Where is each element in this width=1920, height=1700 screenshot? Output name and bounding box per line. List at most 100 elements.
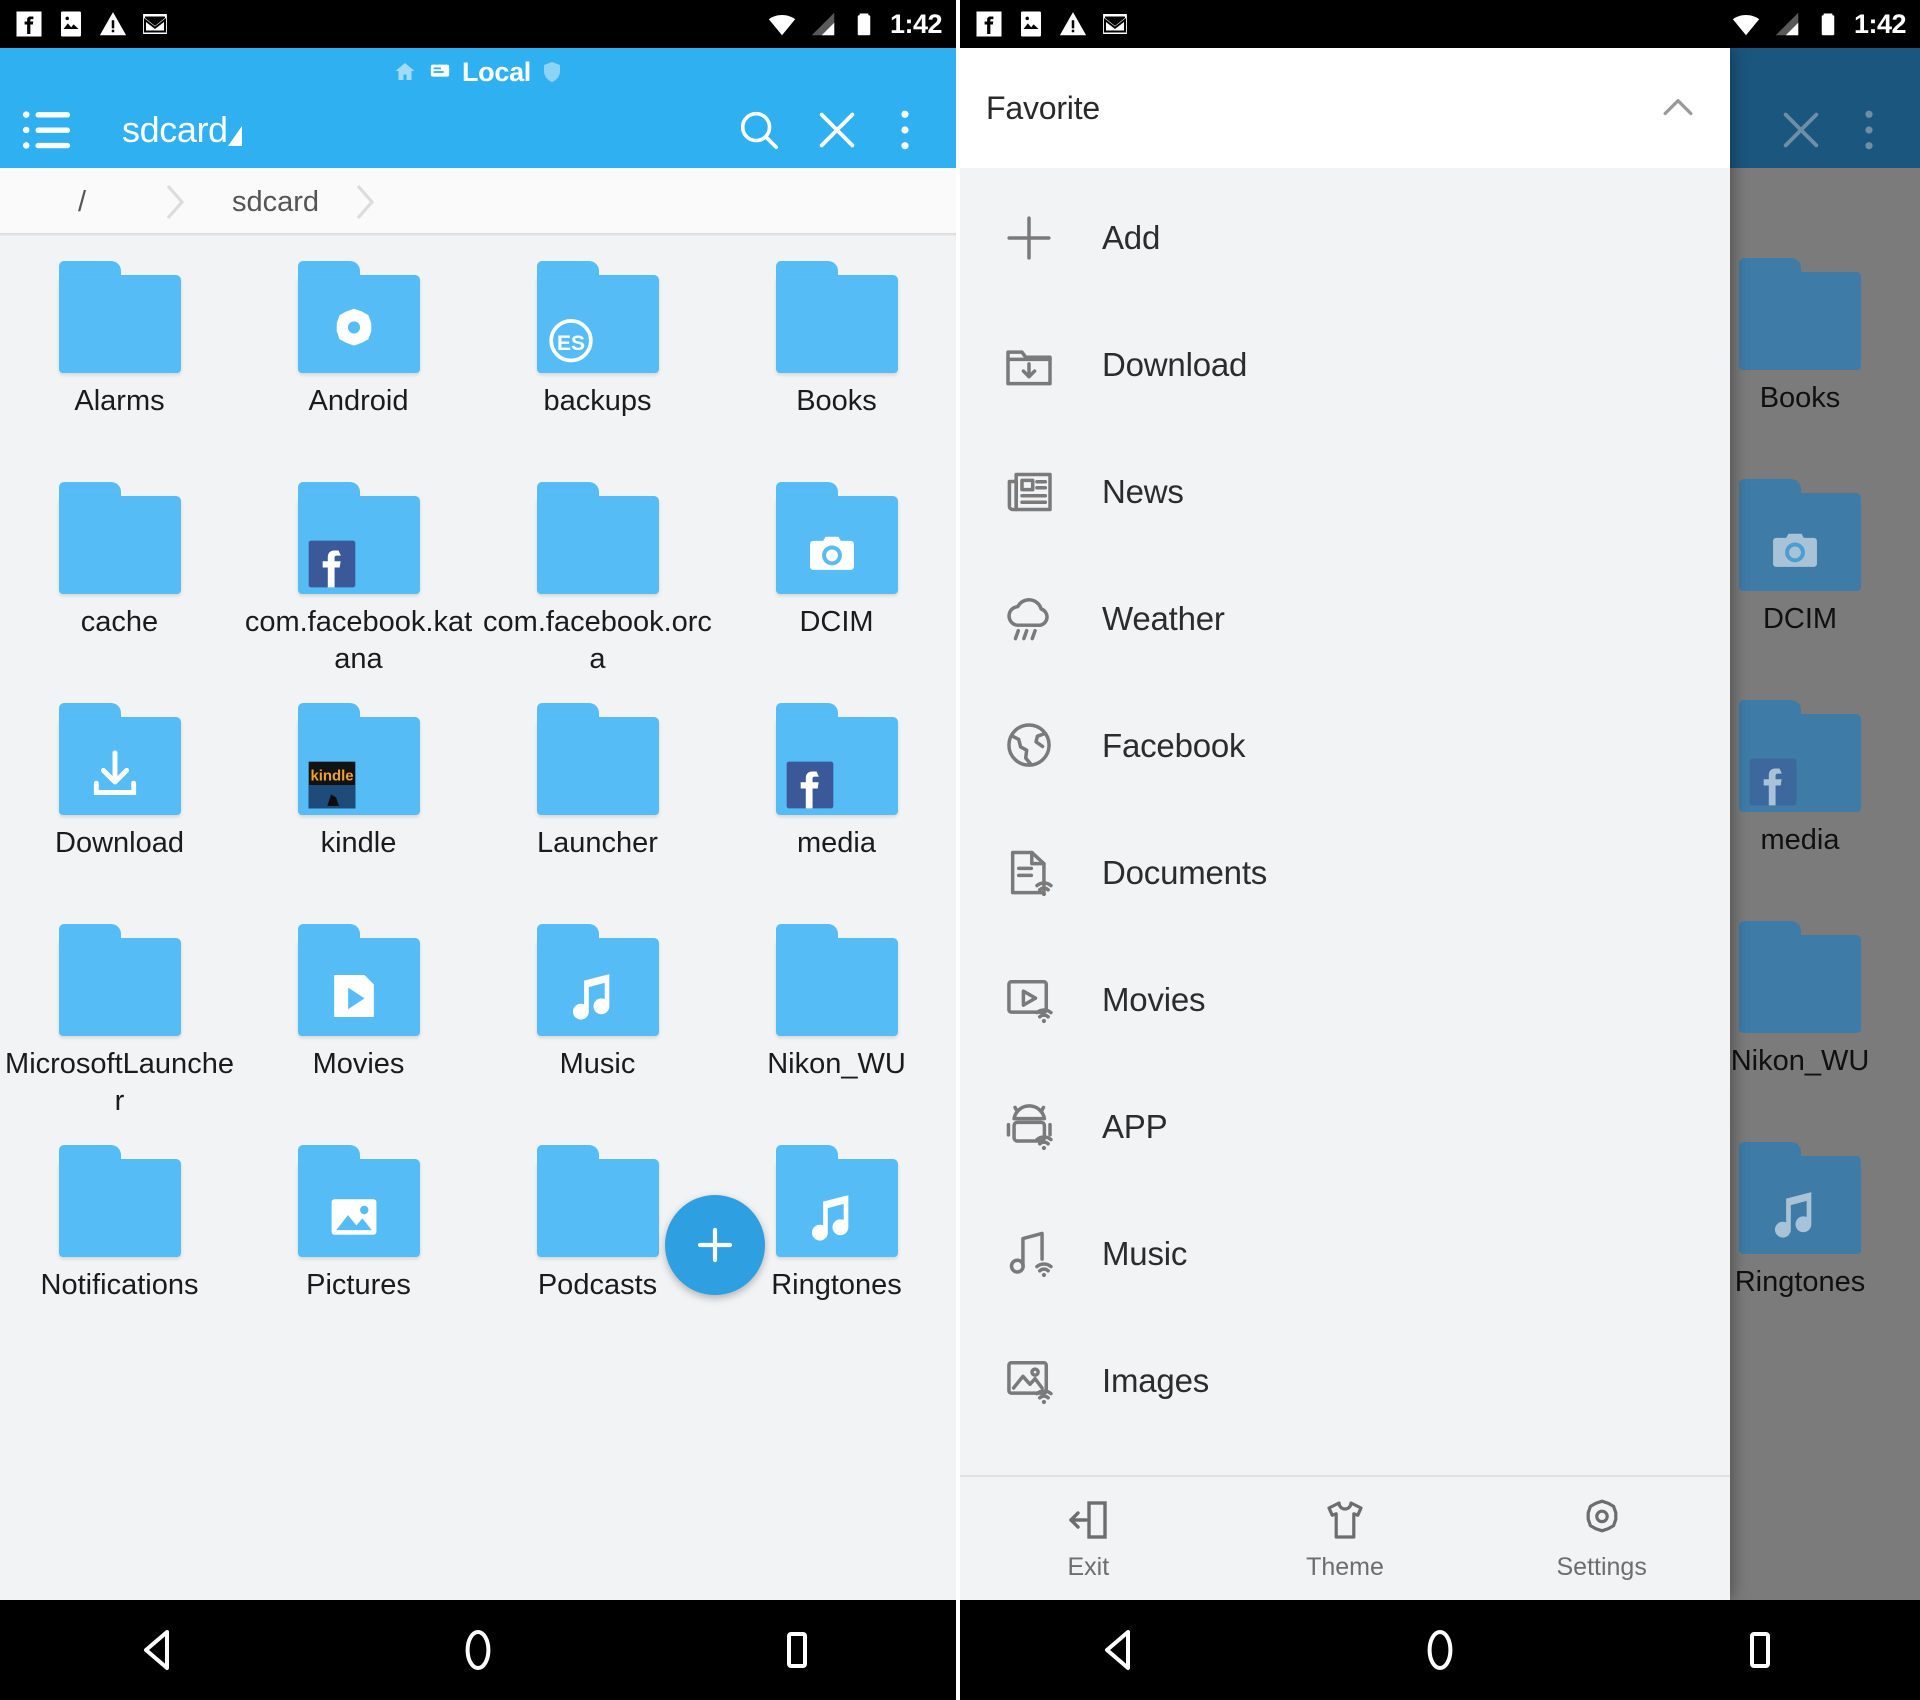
- back-triangle-icon[interactable]: [135, 1626, 183, 1674]
- drawer-header[interactable]: Favorite: [960, 48, 1730, 168]
- status-bar-notifications: [974, 9, 1130, 39]
- file-grid-row: Download kindle kindle Launcher media: [0, 681, 956, 902]
- drawer-item-music[interactable]: Music: [960, 1190, 1730, 1317]
- music-note-icon: [572, 974, 609, 1020]
- drawer-item-weather[interactable]: Weather: [960, 555, 1730, 682]
- more-vertical-icon[interactable]: [1852, 108, 1886, 152]
- breadcrumb-item-root[interactable]: /: [78, 168, 86, 236]
- file-item[interactable]: cache: [0, 460, 239, 681]
- drawer-item-documents[interactable]: Documents: [960, 809, 1730, 936]
- plus-icon: [1000, 209, 1058, 267]
- folder-body: [58, 938, 181, 1036]
- home-button[interactable]: [418, 1600, 538, 1700]
- right-phone-screen: 1:42 AlarmsAndroidESbackupsBookscachecom…: [960, 0, 1920, 1700]
- android-navigation-bar: [0, 1600, 956, 1700]
- file-item[interactable]: Launcher: [478, 681, 717, 902]
- drawer-item-movies[interactable]: Movies: [960, 936, 1730, 1063]
- file-item[interactable]: Music: [478, 902, 717, 1123]
- file-item[interactable]: Nikon_WU: [717, 902, 956, 1123]
- file-item[interactable]: Movies: [239, 902, 478, 1123]
- file-item[interactable]: kindle kindle: [239, 681, 478, 902]
- back-triangle-icon[interactable]: [1096, 1626, 1144, 1674]
- play-icon: [326, 968, 382, 1029]
- drawer-item-list: Add Download News Weather Facebook Documents M…: [960, 168, 1730, 1475]
- overflow-menu-button[interactable]: [1840, 92, 1898, 168]
- drawer-item-news[interactable]: News: [960, 428, 1730, 555]
- status-bar-system-icons: 1:42: [1731, 9, 1907, 40]
- file-item[interactable]: Android: [239, 239, 478, 460]
- left-phone-screen: 1:42 Local sdcard / sdcard Alarms Androi…: [0, 0, 960, 1700]
- home-circle-icon[interactable]: [1416, 1626, 1464, 1674]
- toolbar-main-row: sdcard: [0, 92, 956, 168]
- folder-body: [1739, 935, 1861, 1033]
- folder-icon: kindle: [297, 703, 420, 815]
- recents-square-icon[interactable]: [1736, 1626, 1784, 1674]
- download-arrow-icon: [87, 747, 143, 808]
- back-button[interactable]: [1060, 1600, 1180, 1700]
- file-item[interactable]: media: [717, 681, 956, 902]
- hamburger-list-icon[interactable]: [22, 108, 72, 152]
- folder-icon: [297, 261, 420, 373]
- rain-cloud-icon: [1000, 590, 1058, 648]
- drawer-item-label: Images: [1102, 1361, 1210, 1399]
- file-item[interactable]: ES backups: [478, 239, 717, 460]
- image-icon: [326, 1189, 382, 1250]
- more-vertical-icon[interactable]: [888, 108, 922, 152]
- file-item[interactable]: DCIM: [717, 460, 956, 681]
- file-item[interactable]: com.facebook.katana: [239, 460, 478, 681]
- folder-icon: [536, 482, 659, 594]
- drawer-item-app[interactable]: APP: [960, 1063, 1730, 1190]
- folder-icon: [297, 1145, 420, 1257]
- file-name-label: com.facebook.orca: [483, 606, 712, 675]
- drag-indicator-icon: [227, 126, 242, 146]
- overflow-menu-button[interactable]: [876, 92, 934, 168]
- chevron-up-icon[interactable]: [1656, 86, 1700, 130]
- recents-square-icon[interactable]: [773, 1626, 821, 1674]
- file-item[interactable]: Books: [717, 239, 956, 460]
- search-icon[interactable]: [736, 107, 782, 153]
- exit-icon[interactable]: [1064, 1496, 1112, 1544]
- file-item[interactable]: com.facebook.orca: [478, 460, 717, 681]
- exit-button[interactable]: Exit: [960, 1496, 1217, 1582]
- file-item[interactable]: Notifications: [0, 1123, 239, 1344]
- close-icon[interactable]: [814, 107, 860, 153]
- back-button[interactable]: [99, 1600, 219, 1700]
- android-navigation-bar: [960, 1600, 1920, 1700]
- warning-icon: [99, 12, 127, 36]
- kindle-icon: kindle: [308, 761, 355, 809]
- breadcrumb-item-sdcard[interactable]: sdcard: [232, 168, 319, 236]
- music-network-icon: [1009, 1231, 1053, 1277]
- settings-button[interactable]: Settings: [1473, 1496, 1730, 1582]
- drawer-item-facebook[interactable]: Facebook: [960, 682, 1730, 809]
- recents-button[interactable]: [737, 1600, 857, 1700]
- folder-body: [1739, 272, 1861, 370]
- svg-text:kindle: kindle: [310, 767, 353, 784]
- gmail-icon: [1103, 14, 1127, 34]
- tshirt-icon[interactable]: [1321, 1496, 1369, 1544]
- home-circle-icon[interactable]: [454, 1626, 502, 1674]
- drawer-item-download[interactable]: Download: [960, 301, 1730, 428]
- shield-icon[interactable]: [540, 60, 564, 84]
- drawer-item-label: Documents: [1102, 853, 1268, 891]
- file-item[interactable]: MicrosoftLauncher: [0, 902, 239, 1123]
- file-item[interactable]: Alarms: [0, 239, 239, 460]
- file-item[interactable]: Pictures: [239, 1123, 478, 1344]
- location-tab-row[interactable]: Local: [0, 54, 956, 90]
- home-button[interactable]: [1380, 1600, 1500, 1700]
- file-item[interactable]: Download: [0, 681, 239, 902]
- drawer-item-images[interactable]: Images: [960, 1317, 1730, 1444]
- android-network-icon: [1000, 1098, 1058, 1156]
- search-button[interactable]: [720, 92, 798, 168]
- theme-button[interactable]: Theme: [1217, 1496, 1474, 1582]
- battery-icon: [1821, 13, 1835, 36]
- gear-icon[interactable]: [1578, 1496, 1626, 1544]
- recents-button[interactable]: [1700, 1600, 1820, 1700]
- file-name-label: Alarms: [74, 385, 165, 417]
- add-fab-button[interactable]: [665, 1195, 765, 1295]
- close-button[interactable]: [1762, 92, 1840, 168]
- drawer-item-add[interactable]: Add: [960, 174, 1730, 301]
- plus-icon[interactable]: [691, 1221, 739, 1269]
- close-button[interactable]: [798, 92, 876, 168]
- close-icon[interactable]: [1778, 107, 1824, 153]
- home-icon[interactable]: [392, 60, 418, 84]
